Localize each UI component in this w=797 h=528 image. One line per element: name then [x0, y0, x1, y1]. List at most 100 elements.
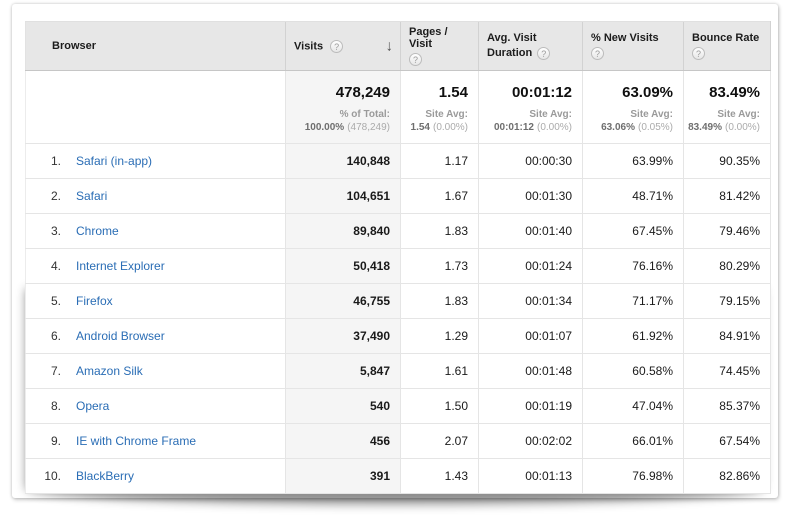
row-rank: 5. — [26, 294, 61, 308]
table-row: 9.IE with Chrome Frame 456 2.07 00:02:02… — [26, 424, 771, 459]
browser-cell: 5. Firefox — [26, 284, 286, 319]
duration-value: 00:01:19 — [479, 389, 583, 424]
browser-link[interactable]: Android Browser — [76, 329, 165, 343]
help-icon[interactable]: ? — [537, 47, 550, 60]
bounce-site-avg: Site Avg: 83.49%(0.00%) — [684, 108, 760, 134]
new-visits-site-avg: Site Avg: 63.06%(0.05%) — [583, 108, 673, 134]
table-row: 1.Safari (in-app) 140,848 1.17 00:00:30 … — [26, 144, 771, 179]
pages-value: 1.50 — [401, 389, 479, 424]
avg-pages-visit: 1.54 — [401, 84, 468, 102]
sort-descending-icon: ↓ — [386, 38, 394, 55]
bounce-value: 84.91% — [684, 319, 771, 354]
bounce-value: 82.86% — [684, 459, 771, 494]
visits-value: 50,418 — [286, 249, 401, 284]
duration-value: 00:01:48 — [479, 354, 583, 389]
visits-value: 89,840 — [286, 214, 401, 249]
duration-value: 00:00:30 — [479, 144, 583, 179]
browser-link[interactable]: Safari — [76, 189, 107, 203]
duration-site-avg: Site Avg: 00:01:12(0.00%) — [479, 108, 572, 134]
bounce-value: 85.37% — [684, 389, 771, 424]
row-rank: 8. — [26, 399, 61, 413]
browser-cell: 7. Amazon Silk — [26, 354, 286, 389]
new-visits-value: 47.04% — [583, 389, 684, 424]
new-visits-value: 63.99% — [583, 144, 684, 179]
browser-link[interactable]: Firefox — [76, 294, 113, 308]
row-rank: 4. — [26, 259, 61, 273]
row-rank: 6. — [26, 329, 61, 343]
duration-value: 00:01:34 — [479, 284, 583, 319]
pages-site-avg: Site Avg: 1.54(0.00%) — [401, 108, 468, 134]
screenshot-card: Browser Visits? ↓ Pages / Visit ? Avg. V… — [12, 4, 778, 498]
column-header-browser[interactable]: Browser — [26, 22, 286, 71]
visits-value: 540 — [286, 389, 401, 424]
bounce-value: 67.54% — [684, 424, 771, 459]
browser-cell: 8. Opera — [26, 389, 286, 424]
browser-link[interactable]: Safari (in-app) — [76, 154, 152, 168]
browser-cell: 6. Android Browser — [26, 319, 286, 354]
browser-cell: 4. Internet Explorer — [26, 249, 286, 284]
browser-link[interactable]: IE with Chrome Frame — [76, 434, 196, 448]
new-visits-value: 60.58% — [583, 354, 684, 389]
browser-link[interactable]: BlackBerry — [76, 469, 134, 483]
column-header-visits[interactable]: Visits? ↓ — [286, 22, 401, 71]
browser-cell: 1. Safari (in-app) — [26, 144, 286, 179]
duration-value: 00:01:24 — [479, 249, 583, 284]
column-label-visits: Visits — [294, 40, 323, 52]
visits-value: 5,847 — [286, 354, 401, 389]
column-label-pages-visit: Pages / Visit — [409, 26, 448, 50]
new-visits-value: 61.92% — [583, 319, 684, 354]
header-row: Browser Visits? ↓ Pages / Visit ? Avg. V… — [26, 22, 771, 71]
bounce-value: 90.35% — [684, 144, 771, 179]
help-icon[interactable]: ? — [330, 40, 343, 53]
summary-pages-cell: 1.54 Site Avg: 1.54(0.00%) — [401, 71, 479, 144]
pages-value: 1.73 — [401, 249, 479, 284]
browser-cell: 3. Chrome — [26, 214, 286, 249]
total-visits: 478,249 — [286, 84, 390, 102]
row-rank: 1. — [26, 154, 61, 168]
row-rank: 7. — [26, 364, 61, 378]
browser-link[interactable]: Amazon Silk — [76, 364, 143, 378]
pages-value: 1.17 — [401, 144, 479, 179]
browser-link[interactable]: Chrome — [76, 224, 119, 238]
pages-value: 1.83 — [401, 284, 479, 319]
column-header-avg-visit-duration[interactable]: Avg. Visit Duration? — [479, 22, 583, 71]
pages-value: 1.83 — [401, 214, 479, 249]
bounce-value: 79.46% — [684, 214, 771, 249]
column-header-bounce-rate[interactable]: Bounce Rate ? — [684, 22, 771, 71]
new-visits-value: 66.01% — [583, 424, 684, 459]
pages-value: 2.07 — [401, 424, 479, 459]
table-row: 4. Internet Explorer 50,418 1.73 00:01:24… — [26, 249, 771, 284]
row-rank: 10. — [26, 469, 61, 483]
visits-value: 391 — [286, 459, 401, 494]
duration-value: 00:01:07 — [479, 319, 583, 354]
bounce-value: 79.15% — [684, 284, 771, 319]
summary-visits-cell: 478,249 % of Total: 100.00%(478,249) — [286, 71, 401, 144]
summary-duration-cell: 00:01:12 Site Avg: 00:01:12(0.00%) — [479, 71, 583, 144]
browser-link[interactable]: Internet Explorer — [76, 259, 165, 273]
new-visits-value: 76.16% — [583, 249, 684, 284]
help-icon[interactable]: ? — [591, 47, 604, 60]
column-header-pages-visit[interactable]: Pages / Visit ? — [401, 22, 479, 71]
new-visits-value: 71.17% — [583, 284, 684, 319]
help-icon[interactable]: ? — [409, 53, 422, 66]
table-row: 5.Firefox 46,755 1.83 00:01:34 71.17% 79… — [26, 284, 771, 319]
summary-new-visits-cell: 63.09% Site Avg: 63.06%(0.05%) — [583, 71, 684, 144]
column-label-duration: Duration — [487, 47, 532, 59]
page: Browser Visits? ↓ Pages / Visit ? Avg. V… — [0, 0, 797, 528]
new-visits-value: 67.45% — [583, 214, 684, 249]
row-rank: 9. — [26, 434, 61, 448]
browser-link[interactable]: Opera — [76, 399, 109, 413]
bounce-value: 80.29% — [684, 249, 771, 284]
summary-browser-cell — [26, 71, 286, 144]
column-header-new-visits[interactable]: % New Visits ? — [583, 22, 684, 71]
visits-value: 140,848 — [286, 144, 401, 179]
duration-value: 00:02:02 — [479, 424, 583, 459]
row-rank: 3. — [26, 224, 61, 238]
browser-cell: 2.Safari — [26, 179, 286, 214]
help-icon[interactable]: ? — [692, 47, 705, 60]
visits-value: 37,490 — [286, 319, 401, 354]
browser-cell: 9. IE with Chrome Frame — [26, 424, 286, 459]
browser-cell: 10. BlackBerry — [26, 459, 286, 494]
pages-value: 1.67 — [401, 179, 479, 214]
pages-value: 1.61 — [401, 354, 479, 389]
